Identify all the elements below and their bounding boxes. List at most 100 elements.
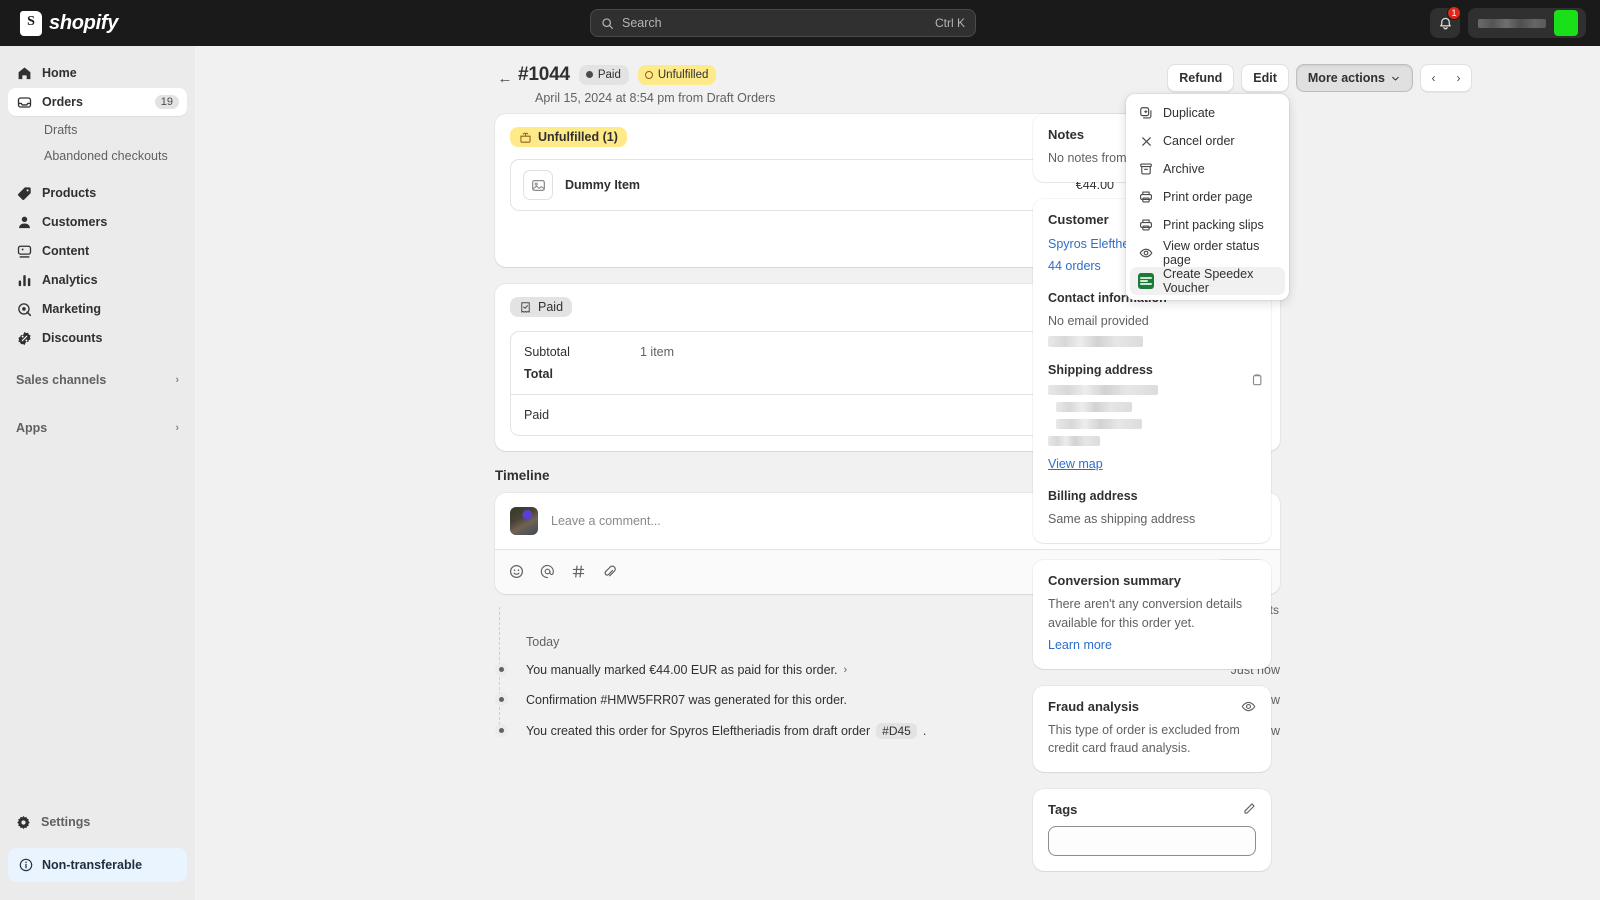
sidebar-item-home[interactable]: Home [8, 59, 187, 87]
shopify-admin-order-page: shopify Search Ctrl K 1 [0, 0, 1600, 900]
menu-item-view-order-status-page[interactable]: View order status page [1130, 239, 1285, 267]
comment-input[interactable]: Leave a comment... [551, 514, 661, 528]
arrow-left-icon: ← [498, 70, 513, 87]
billing-address-title: Billing address [1048, 489, 1256, 503]
avatar [1554, 10, 1578, 36]
sidebar-subitem-label: Abandoned checkouts [44, 149, 168, 163]
payment-status-badge: Paid [510, 297, 572, 317]
fraud-analysis-title: Fraud analysis [1048, 699, 1139, 714]
divider [0, 395, 195, 413]
back-button[interactable]: ← [492, 65, 518, 91]
person-icon [16, 214, 32, 230]
sidebar-item-settings[interactable]: Settings [8, 808, 187, 836]
package-icon [519, 131, 532, 144]
menu-item-label: Create Speedex Voucher [1163, 267, 1277, 295]
line-item-name[interactable]: Dummy Item [565, 178, 1044, 192]
page-header: ← #1044 Paid Unfulfilled Apr [495, 64, 775, 105]
sidebar-item-label: Analytics [42, 273, 179, 287]
tags-card: Tags [1033, 789, 1271, 871]
non-transferable-banner: Non-transferable [8, 848, 187, 882]
sidebar-item-apps[interactable]: Apps › [8, 414, 187, 442]
mention-at-icon[interactable] [540, 564, 555, 579]
edit-pencil-icon[interactable] [1242, 802, 1256, 816]
order-page: ← #1044 Paid Unfulfilled Apr [195, 46, 1600, 64]
sidebar-item-orders[interactable]: Orders 19 [8, 88, 187, 116]
customer-orders-link[interactable]: 44 orders [1048, 259, 1101, 273]
timeline-event-text: You manually marked €44.00 EUR as paid f… [526, 663, 838, 677]
title-row: #1044 Paid Unfulfilled [518, 64, 775, 86]
view-map-link[interactable]: View map [1048, 457, 1103, 471]
sidebar-item-discounts[interactable]: Discounts [8, 324, 187, 352]
sidebar-item-marketing[interactable]: Marketing [8, 295, 187, 323]
order-pagination: ‹ › [1420, 64, 1472, 92]
sidebar-item-customers[interactable]: Customers [8, 208, 187, 236]
shipping-address-line-redacted [1048, 436, 1100, 446]
chevron-right-icon[interactable]: › [844, 664, 848, 676]
shipping-address-line-redacted [1056, 419, 1142, 429]
shopify-logo-text: shopify [49, 12, 118, 35]
sidebar-item-sales-channels[interactable]: Sales channels › [8, 366, 187, 394]
status-badge-label: Paid [598, 69, 621, 81]
next-order-button[interactable]: › [1446, 65, 1471, 91]
timeline-event-text: You created this order for Spyros Elefth… [526, 724, 870, 738]
menu-item-duplicate[interactable]: Duplicate [1130, 99, 1285, 127]
orders-count-badge: 19 [155, 95, 179, 109]
shopify-logo[interactable]: shopify [20, 11, 118, 36]
chevron-right-icon: › [1457, 71, 1461, 85]
image-placeholder-icon [523, 170, 553, 200]
refund-button[interactable]: Refund [1167, 64, 1234, 92]
menu-item-print-order-page[interactable]: Print order page [1130, 183, 1285, 211]
subtotal-label: Subtotal [524, 345, 640, 359]
bar-chart-icon [16, 272, 32, 288]
search-input[interactable]: Search Ctrl K [590, 9, 976, 37]
status-badge-label: Unfulfilled [658, 69, 709, 81]
sidebar-item-label: Products [42, 186, 179, 200]
menu-item-print-packing-slips[interactable]: Print packing slips [1130, 211, 1285, 239]
sidebar-item-label: Orders [42, 95, 145, 109]
gear-icon [16, 815, 31, 830]
divider [0, 353, 195, 365]
menu-item-label: Print packing slips [1163, 218, 1264, 232]
shipping-address-line-redacted [1048, 385, 1158, 395]
attachment-link-icon[interactable] [602, 564, 617, 579]
billing-address-body: Same as shipping address [1048, 510, 1256, 528]
sidebar-item-label: Discounts [42, 331, 179, 345]
sidebar-item-label: Home [42, 66, 179, 80]
hashtag-icon[interactable] [571, 564, 586, 579]
clipboard-copy-icon[interactable] [1250, 373, 1264, 387]
paid-label: Paid [524, 408, 640, 422]
emoji-icon[interactable] [509, 564, 524, 579]
dot-ring-icon [645, 71, 653, 79]
sidebar-item-analytics[interactable]: Analytics [8, 266, 187, 294]
printer-icon [1138, 217, 1154, 233]
eye-icon[interactable] [1241, 699, 1256, 714]
menu-item-create-speedex-voucher[interactable]: Create Speedex Voucher [1130, 267, 1285, 295]
more-actions-button[interactable]: More actions [1296, 64, 1413, 92]
sidebar-item-content[interactable]: Content [8, 237, 187, 265]
tag-icon [16, 185, 32, 201]
chevron-right-icon: › [175, 374, 179, 386]
tags-input[interactable] [1048, 826, 1256, 856]
store-menu-button[interactable] [1468, 8, 1586, 38]
discount-icon [16, 330, 32, 346]
top-bar: shopify Search Ctrl K 1 [0, 0, 1600, 46]
store-name-redacted [1478, 19, 1546, 28]
page-title-group: #1044 Paid Unfulfilled April 15, 2024 at… [518, 64, 775, 105]
sidebar-item-drafts[interactable]: Drafts [8, 117, 187, 143]
menu-item-cancel-order[interactable]: Cancel order [1130, 127, 1285, 155]
previous-order-button[interactable]: ‹ [1421, 65, 1446, 91]
edit-button[interactable]: Edit [1241, 64, 1289, 92]
search-shortcut: Ctrl K [935, 16, 965, 30]
timeline-dot-icon [495, 693, 508, 706]
sidebar-item-abandoned-checkouts[interactable]: Abandoned checkouts [8, 143, 187, 169]
draft-order-chip[interactable]: #D45 [876, 723, 917, 739]
notifications-button[interactable]: 1 [1430, 8, 1460, 38]
menu-item-archive[interactable]: Archive [1130, 155, 1285, 183]
global-search[interactable]: Search Ctrl K [590, 9, 976, 37]
chevron-left-icon: ‹ [1432, 71, 1436, 85]
sidebar-item-products[interactable]: Products [8, 179, 187, 207]
sidebar-section-label: Apps [16, 421, 47, 435]
learn-more-link[interactable]: Learn more [1048, 638, 1112, 652]
home-icon [16, 65, 32, 81]
conversion-summary-body: There aren't any conversion details avai… [1048, 595, 1256, 631]
